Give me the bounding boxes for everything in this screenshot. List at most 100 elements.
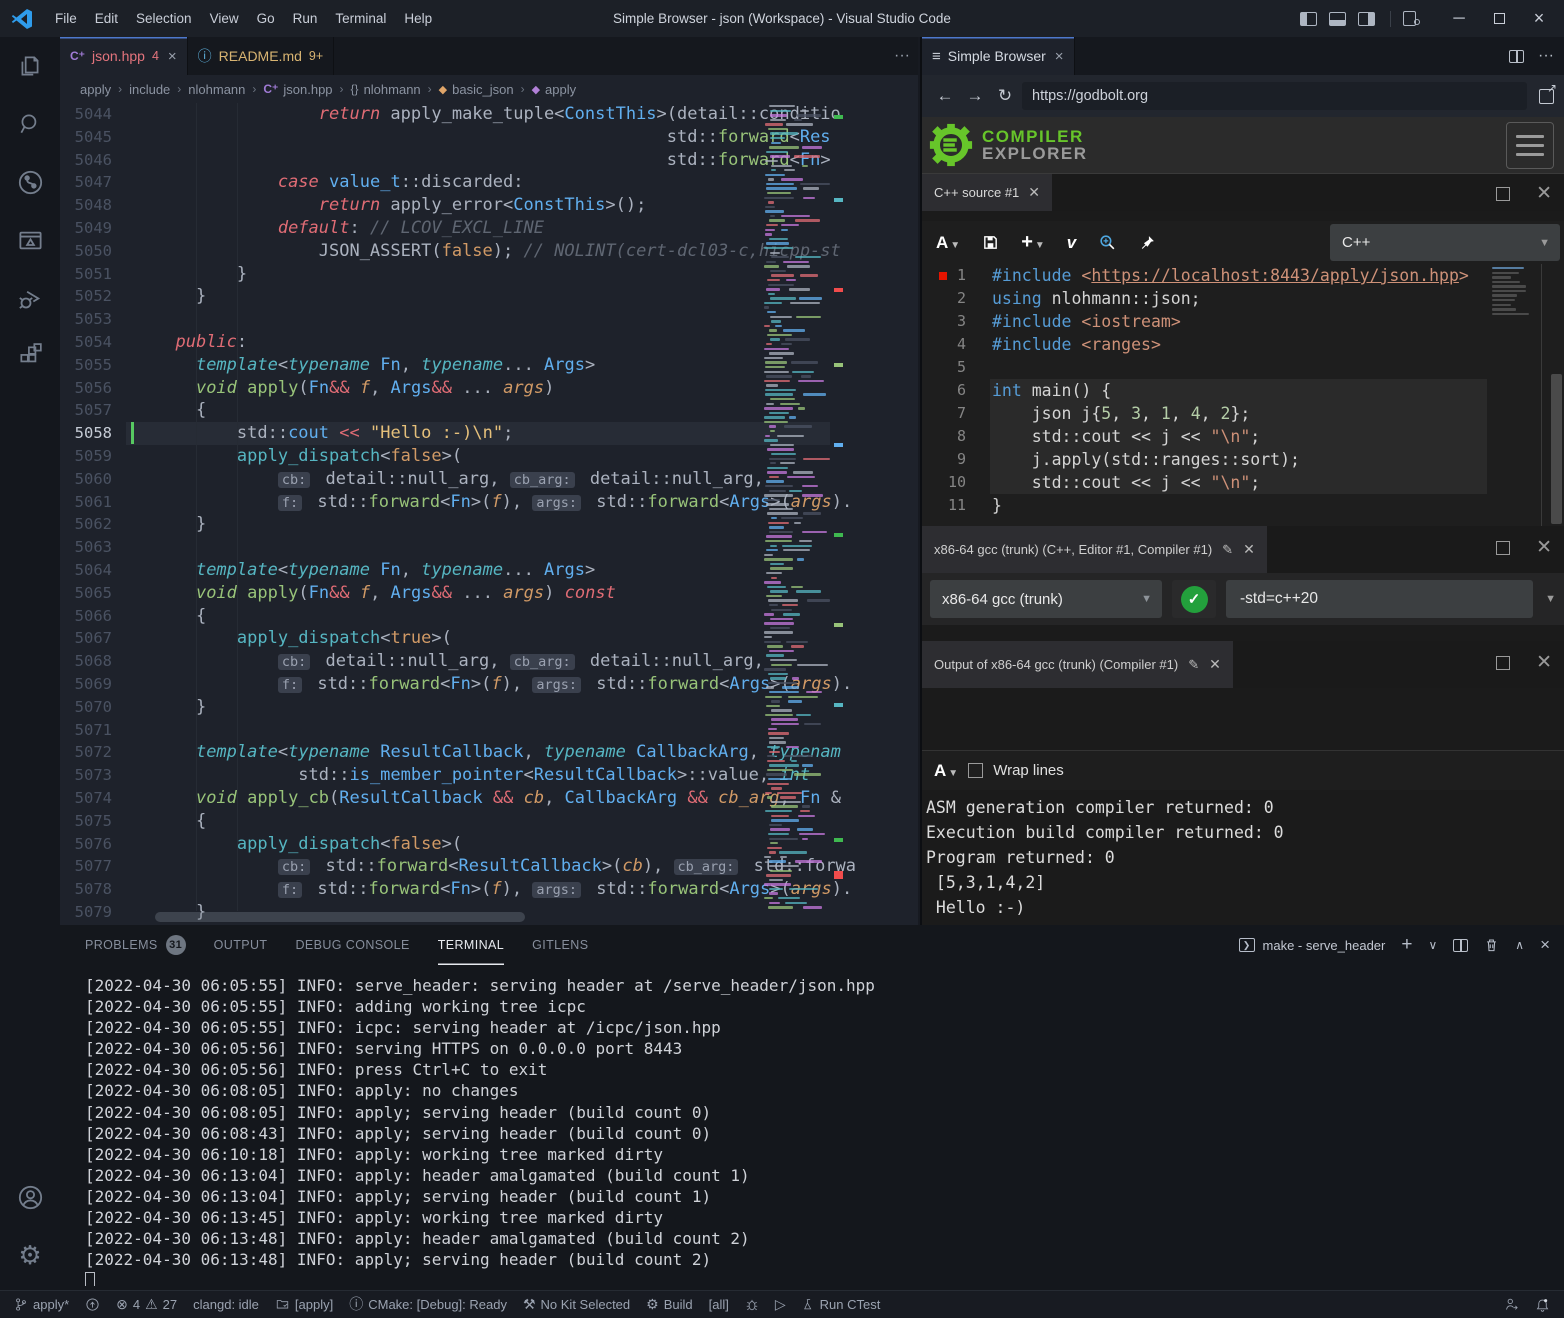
pin-icon[interactable] xyxy=(1139,234,1156,251)
customize-layout-icon[interactable] xyxy=(1403,11,1416,26)
close-pane-icon[interactable]: ✕ xyxy=(1536,536,1552,559)
menu-edit[interactable]: Edit xyxy=(86,0,127,37)
problems-item[interactable]: ⊗ 4 ⚠ 27 xyxy=(108,1291,185,1318)
menu-view[interactable]: View xyxy=(201,0,248,37)
godbolt-scrollbar[interactable] xyxy=(1551,374,1562,524)
font-size-button[interactable]: A▼ xyxy=(934,761,958,781)
menu-go[interactable]: Go xyxy=(248,0,284,37)
reload-icon[interactable]: ↻ xyxy=(992,86,1018,106)
panel-tab-debug-console[interactable]: DEBUG CONSOLE xyxy=(295,925,409,965)
compiler-pane-tab[interactable]: x86-64 gcc (trunk) (C++, Editor #1, Comp… xyxy=(922,526,1267,573)
close-window-button[interactable]: × xyxy=(1522,0,1556,37)
run-debug-icon[interactable] xyxy=(0,269,60,327)
panel-tab-terminal[interactable]: TERMINAL xyxy=(438,925,504,965)
zoom-icon[interactable] xyxy=(1098,233,1117,252)
tab-json-hpp[interactable]: C⁺ json.hpp 4 × xyxy=(60,37,188,75)
godbolt-source-editor[interactable]: 1#include <https://localhost:8443/apply/… xyxy=(922,264,1564,526)
chevron-down-icon[interactable]: ▼ xyxy=(1543,593,1564,605)
minimap[interactable] xyxy=(764,105,830,913)
tab-close-icon[interactable]: × xyxy=(168,48,177,65)
maximize-pane-icon[interactable] xyxy=(1496,656,1510,670)
ctest-item[interactable]: Run CTest xyxy=(794,1291,889,1318)
rename-icon[interactable]: ✎ xyxy=(1222,542,1233,558)
toggle-panel-icon[interactable] xyxy=(1329,12,1346,26)
compiler-select[interactable]: x86-64 gcc (trunk) ▼ xyxy=(930,580,1162,618)
forward-icon[interactable]: → xyxy=(962,86,988,106)
close-icon[interactable]: ✕ xyxy=(1028,184,1040,201)
breadcrumb-item[interactable]: json.hpp xyxy=(283,82,332,97)
maximize-pane-icon[interactable] xyxy=(1496,541,1510,555)
debug-item[interactable] xyxy=(737,1291,767,1318)
menu-help[interactable]: Help xyxy=(395,0,441,37)
breadcrumb-item[interactable]: nlohmann xyxy=(364,82,421,97)
source-tab[interactable]: C++ source #1 ✕ xyxy=(922,174,1052,211)
breadcrumb-item[interactable]: nlohmann xyxy=(188,82,245,97)
close-icon[interactable]: ✕ xyxy=(1209,656,1221,673)
maximize-pane-icon[interactable] xyxy=(1496,187,1510,201)
source-control-icon[interactable] xyxy=(0,153,60,211)
new-terminal-icon[interactable]: + xyxy=(1401,934,1412,956)
menu-run[interactable]: Run xyxy=(284,0,327,37)
tab-readme-md[interactable]: ⓘ README.md 9+ xyxy=(188,37,335,75)
settings-gear-icon[interactable]: ⚙ xyxy=(0,1226,60,1284)
close-icon[interactable]: ✕ xyxy=(1243,541,1255,558)
vim-mode-icon[interactable]: v xyxy=(1067,233,1076,253)
close-panel-icon[interactable]: × xyxy=(1540,935,1550,955)
back-icon[interactable]: ← xyxy=(932,86,958,106)
kit-item[interactable]: ⚒ No Kit Selected xyxy=(515,1291,638,1318)
explorer-icon[interactable] xyxy=(0,37,60,95)
horizontal-scrollbar[interactable] xyxy=(155,912,525,922)
toggle-secondary-sidebar-icon[interactable] xyxy=(1358,12,1375,26)
open-external-icon[interactable] xyxy=(1539,89,1554,104)
breadcrumb-item[interactable]: apply xyxy=(80,82,111,97)
maximize-panel-icon[interactable]: ∧ xyxy=(1515,938,1524,952)
cmake-folder-item[interactable]: [apply] xyxy=(267,1291,341,1318)
kill-terminal-icon[interactable] xyxy=(1484,937,1499,953)
close-pane-icon[interactable]: ✕ xyxy=(1536,182,1552,205)
editor-actions[interactable]: ··· xyxy=(894,37,910,75)
sync-item[interactable] xyxy=(77,1291,108,1318)
terminal-dropdown-icon[interactable]: ∨ xyxy=(1428,938,1437,952)
toggle-sidebar-icon[interactable] xyxy=(1300,12,1317,26)
panel-tab-problems[interactable]: PROBLEMS31 xyxy=(85,925,186,965)
breadcrumb-item[interactable]: include xyxy=(129,82,170,97)
compiler-options-input[interactable]: -std=c++20 xyxy=(1226,580,1533,618)
account-icon[interactable] xyxy=(0,1168,60,1226)
close-pane-icon[interactable]: ✕ xyxy=(1536,651,1552,674)
compiler-explorer-wordmark[interactable]: COMPILER EXPLORER xyxy=(982,128,1088,162)
language-select[interactable]: C++ ▼ xyxy=(1330,224,1560,261)
launch-item[interactable]: ▷ xyxy=(767,1291,794,1318)
build-item[interactable]: ⚙ Build xyxy=(638,1291,700,1318)
search-icon[interactable] xyxy=(0,95,60,153)
split-editor-icon[interactable] xyxy=(1509,50,1524,63)
terminal-select[interactable]: ❯ make - serve_header xyxy=(1239,938,1386,953)
output-pane-tab[interactable]: Output of x86-64 gcc (trunk) (Compiler #… xyxy=(922,641,1233,688)
panel-tab-output[interactable]: OUTPUT xyxy=(214,925,268,965)
live-preview-icon[interactable] xyxy=(0,211,60,269)
hamburger-menu-icon[interactable] xyxy=(1506,122,1554,169)
font-size-button[interactable]: A▼ xyxy=(936,233,960,253)
build-target-item[interactable]: [all] xyxy=(701,1291,737,1318)
breadcrumb-item[interactable]: apply xyxy=(545,82,576,97)
add-pane-button[interactable]: +▼ xyxy=(1021,231,1045,254)
breadcrumb-item[interactable]: basic_json xyxy=(452,82,513,97)
rename-icon[interactable]: ✎ xyxy=(1188,657,1199,673)
clangd-status[interactable]: clangd: idle xyxy=(185,1291,267,1318)
menu-file[interactable]: File xyxy=(46,0,86,37)
tab-simple-browser[interactable]: ≡ Simple Browser × xyxy=(922,37,1075,75)
git-branch-item[interactable]: apply* xyxy=(6,1291,77,1318)
split-terminal-icon[interactable] xyxy=(1453,939,1468,952)
menu-selection[interactable]: Selection xyxy=(127,0,201,37)
wrap-lines-checkbox[interactable] xyxy=(968,763,983,778)
minimize-button[interactable]: ─ xyxy=(1442,0,1476,37)
notifications-item[interactable] xyxy=(1527,1291,1558,1318)
url-input[interactable]: https://godbolt.org xyxy=(1022,82,1527,110)
terminal-content[interactable]: [2022-04-30 06:05:55] INFO: serve_header… xyxy=(85,975,1554,1286)
cmake-status-item[interactable]: ⓘ CMake: [Debug]: Ready xyxy=(341,1291,515,1318)
panel-tab-gitlens[interactable]: GITLENS xyxy=(532,925,588,965)
more-actions-icon[interactable]: ··· xyxy=(1538,47,1554,65)
remote-item[interactable] xyxy=(1496,1291,1527,1318)
save-icon[interactable] xyxy=(982,234,999,251)
tab-close-icon[interactable]: × xyxy=(1055,48,1064,65)
extensions-icon[interactable] xyxy=(0,327,60,385)
